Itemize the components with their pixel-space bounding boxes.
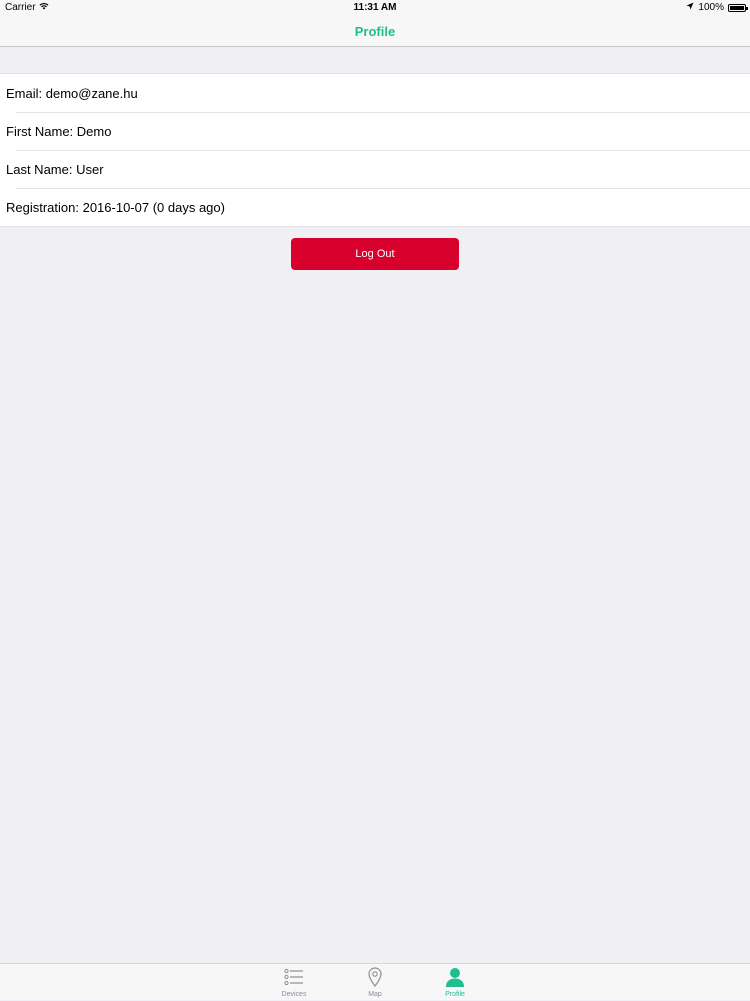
location-arrow-icon <box>686 2 694 13</box>
page-title: Profile <box>354 23 396 39</box>
profile-table: Email: demo@zane.hu First Name: Demo Las… <box>0 73 750 227</box>
status-right: 100% <box>686 2 748 13</box>
person-icon <box>444 967 466 987</box>
profile-row-email: Email: demo@zane.hu <box>0 74 750 112</box>
battery-percent: 100% <box>698 2 724 13</box>
map-pin-icon <box>364 967 386 987</box>
battery-icon <box>728 3 748 12</box>
last-name-text: Last Name: User <box>6 161 104 177</box>
profile-row-registration: Registration: 2016-10-07 (0 days ago) <box>0 188 750 226</box>
tab-devices-label: Devices <box>281 991 307 998</box>
registration-text: Registration: 2016-10-07 (0 days ago) <box>6 199 225 215</box>
profile-row-first-name: First Name: Demo <box>0 112 750 150</box>
first-name-text: First Name: Demo <box>6 123 112 139</box>
tab-bar: Devices Map Profile <box>0 963 750 1000</box>
tab-map[interactable]: Map <box>345 967 405 1001</box>
email-text: Email: demo@zane.hu <box>6 85 138 101</box>
tab-profile[interactable]: Profile <box>425 967 485 1001</box>
status-bar: Carrier 11:31 AM 100% <box>0 0 750 16</box>
tab-devices[interactable]: Devices <box>264 967 324 1001</box>
profile-row-last-name: Last Name: User <box>0 150 750 188</box>
list-icon <box>283 967 305 987</box>
status-time: 11:31 AM <box>353 2 397 13</box>
navigation-bar: Profile <box>0 16 750 47</box>
tab-map-label: Map <box>368 991 382 998</box>
log-out-button[interactable]: Log Out <box>291 238 459 270</box>
tab-profile-label: Profile <box>445 991 465 998</box>
